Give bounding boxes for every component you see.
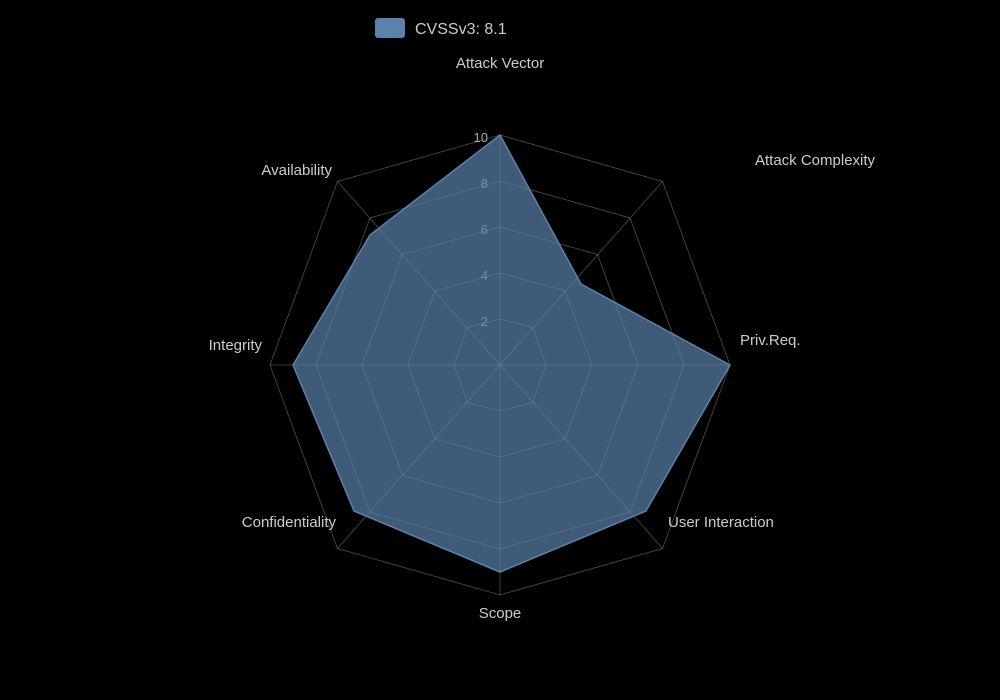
label-attack-vector: Attack Vector: [456, 55, 544, 72]
label-user-interaction: User Interaction: [668, 514, 774, 531]
label-scope: Scope: [479, 605, 522, 622]
chart-title: CVSSv3: 8.1: [415, 21, 507, 38]
radar-chart: CVSSv3: 8.1: [0, 0, 1000, 700]
label-confidentiality: Confidentiality: [242, 514, 337, 531]
label-availability: Availability: [261, 162, 332, 179]
label-attack-complexity: Attack Complexity: [755, 152, 876, 169]
label-priv-req: Priv.Req.: [740, 332, 801, 349]
radar-data-polygon: [293, 135, 730, 572]
legend-color-box: [375, 18, 405, 38]
label-integrity: Integrity: [209, 337, 263, 354]
chart-container: CVSSv3: 8.1: [0, 0, 1000, 700]
scale-10: 10: [474, 130, 488, 145]
